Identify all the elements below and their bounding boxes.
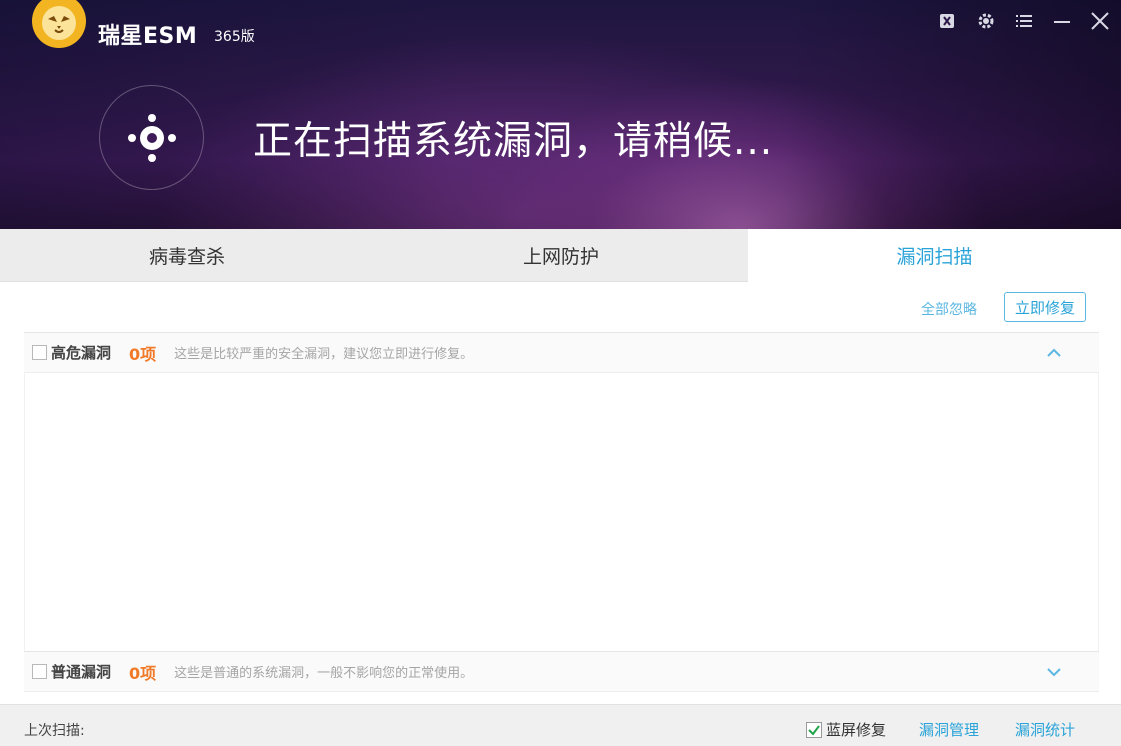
header-banner: 瑞星ESM 365版 正在扫描系统漏洞，请稍候... [0, 0, 1121, 229]
ignore-all-link[interactable]: 全部忽略 [921, 299, 977, 319]
normal-label: 普通漏洞 [51, 663, 112, 681]
menu-icon[interactable] [1009, 6, 1039, 36]
gear-icon[interactable] [971, 6, 1001, 36]
high-risk-count: 0项 [129, 344, 157, 364]
normal-count: 0项 [129, 663, 157, 683]
tab-virus-scan[interactable]: 病毒查杀 [0, 229, 374, 282]
tab-vulnerability-scan[interactable]: 漏洞扫描 [748, 229, 1121, 282]
high-risk-label: 高危漏洞 [51, 344, 112, 362]
normal-description: 这些是普通的系统漏洞，一般不影响您的正常使用。 [174, 666, 474, 681]
chevron-down-icon[interactable] [1045, 663, 1063, 681]
high-risk-list [24, 373, 1099, 651]
normal-group-header[interactable]: 普通漏洞 0项 这些是普通的系统漏洞，一般不影响您的正常使用。 [24, 651, 1099, 692]
app-edition: 365版 [214, 29, 255, 45]
fix-now-button[interactable]: 立即修复 [1004, 292, 1086, 322]
bsod-fix-checkbox[interactable] [806, 721, 822, 738]
vuln-stats-link[interactable]: 漏洞统计 [1015, 719, 1075, 740]
main-tabs: 病毒查杀 上网防护 漏洞扫描 [0, 229, 1121, 282]
bsod-fix-label: 蓝屏修复 [826, 721, 887, 739]
scan-status-title: 正在扫描系统漏洞，请稍候... [253, 119, 774, 164]
shield-off-icon[interactable] [933, 6, 963, 36]
vuln-manage-link[interactable]: 漏洞管理 [919, 719, 979, 740]
minimize-icon[interactable] [1047, 6, 1077, 36]
normal-checkbox[interactable] [32, 664, 47, 679]
scan-target-icon [99, 85, 204, 190]
close-icon[interactable] [1085, 6, 1115, 36]
bsod-fix-toggle[interactable]: 蓝屏修复 [806, 719, 886, 740]
window-controls [933, 6, 1115, 36]
high-risk-group-header[interactable]: 高危漏洞 0项 这些是比较严重的安全漏洞，建议您立即进行修复。 [24, 332, 1099, 373]
chevron-up-icon[interactable] [1045, 344, 1063, 362]
lion-logo-icon [30, 0, 88, 50]
app-brand: 瑞星ESM [98, 24, 198, 49]
tab-web-protection[interactable]: 上网防护 [374, 229, 748, 282]
high-risk-description: 这些是比较严重的安全漏洞，建议您立即进行修复。 [174, 347, 474, 362]
high-risk-checkbox[interactable] [32, 345, 47, 360]
vuln-content-panel: 全部忽略 立即修复 高危漏洞 0项 这些是比较严重的安全漏洞，建议您立即进行修复… [0, 282, 1121, 704]
status-footer: 上次扫描: 蓝屏修复 漏洞管理 漏洞统计 [0, 704, 1121, 746]
last-scan-label: 上次扫描: [24, 723, 85, 739]
